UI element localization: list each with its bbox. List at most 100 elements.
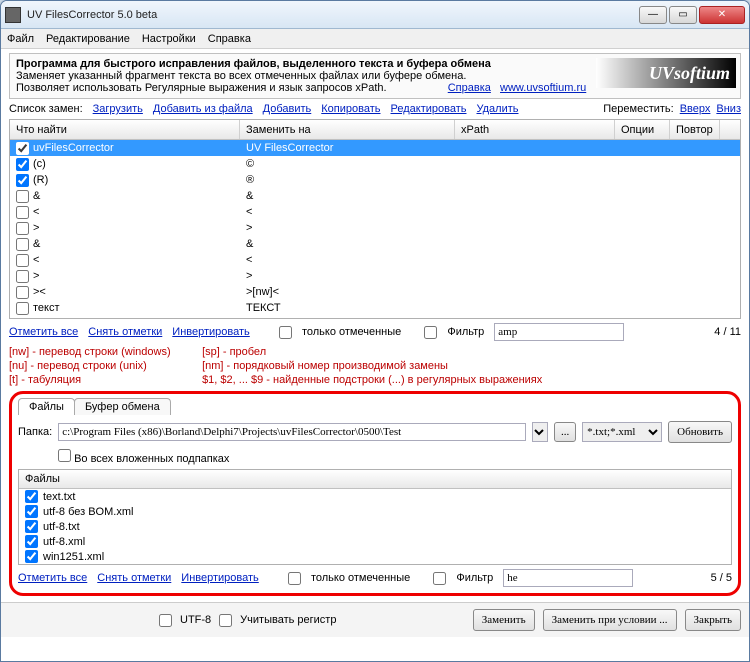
row-checkbox[interactable] — [16, 302, 29, 315]
tab-clipboard[interactable]: Буфер обмена — [74, 398, 171, 415]
col-xpath[interactable]: xPath — [455, 120, 615, 139]
invert-link[interactable]: Инвертировать — [172, 326, 249, 338]
replace-button[interactable]: Заменить — [473, 609, 535, 631]
file-checkbox[interactable] — [25, 520, 38, 533]
table-row[interactable]: >< >[nw]< — [10, 284, 740, 300]
table-row[interactable]: << — [10, 252, 740, 268]
row-find: & — [33, 190, 40, 202]
row-replace: © — [240, 158, 455, 170]
files-filter-input[interactable] — [503, 569, 633, 587]
copy-link[interactable]: Копировать — [321, 103, 380, 115]
close-window-button[interactable]: ✕ — [699, 6, 745, 24]
files-unmark[interactable]: Снять отметки — [97, 572, 171, 584]
legend-t: [t] - табуляция — [9, 373, 199, 387]
files-mark-all[interactable]: Отметить все — [18, 572, 87, 584]
file-row[interactable]: utf-8 без BOM.xml — [19, 504, 731, 519]
table-row[interactable]: >> — [10, 220, 740, 236]
maximize-button[interactable]: ▭ — [669, 6, 697, 24]
file-row[interactable]: utf-8.txt — [19, 519, 731, 534]
mark-all-link[interactable]: Отметить все — [9, 326, 78, 338]
move-down-link[interactable]: Вниз — [716, 103, 741, 115]
table-row[interactable]: текстТЕКСТ — [10, 300, 740, 316]
row-checkbox[interactable] — [16, 222, 29, 235]
load-link[interactable]: Загрузить — [93, 103, 143, 115]
row-find: >< — [33, 286, 46, 298]
file-name: win1251.xml — [43, 551, 104, 563]
folder-history-dropdown[interactable] — [532, 422, 548, 442]
minimize-button[interactable]: — — [639, 6, 667, 24]
row-find: > — [33, 222, 39, 234]
col-opts[interactable]: Опции — [615, 120, 670, 139]
delete-link[interactable]: Удалить — [477, 103, 519, 115]
add-link[interactable]: Добавить — [263, 103, 312, 115]
table-row[interactable]: (c)© — [10, 156, 740, 172]
file-checkbox[interactable] — [25, 535, 38, 548]
row-checkbox[interactable] — [16, 142, 29, 155]
table-row[interactable]: >> — [10, 268, 740, 284]
tab-files[interactable]: Файлы — [18, 398, 75, 415]
menu-file[interactable]: Файл — [7, 33, 34, 45]
help-link[interactable]: Справка — [448, 82, 491, 94]
filter-input[interactable] — [494, 323, 624, 341]
header-line2: Позволяет использовать Регулярные выраже… — [16, 82, 387, 94]
add-from-file-link[interactable]: Добавить из файла — [153, 103, 253, 115]
tabs: Файлы Буфер обмена — [18, 398, 732, 415]
menu-edit[interactable]: Редактирование — [46, 33, 130, 45]
table-row[interactable]: && — [10, 236, 740, 252]
menubar: Файл Редактирование Настройки Справка — [1, 29, 749, 49]
row-checkbox[interactable] — [16, 254, 29, 267]
subfolders-checkbox[interactable] — [58, 449, 71, 462]
move-label: Переместить: — [603, 103, 673, 115]
folder-label: Папка: — [18, 426, 52, 438]
file-checkbox[interactable] — [25, 550, 38, 563]
legend: [nw] - перевод строки (windows) [nu] - п… — [9, 345, 741, 387]
case-checkbox[interactable] — [219, 614, 232, 627]
row-checkbox[interactable] — [16, 206, 29, 219]
table-row[interactable]: (R)® — [10, 172, 740, 188]
mask-select[interactable]: *.txt;*.xml — [582, 422, 662, 442]
file-row[interactable]: utf-8.xml — [19, 534, 731, 549]
row-checkbox[interactable] — [16, 270, 29, 283]
row-checkbox[interactable] — [16, 190, 29, 203]
files-filter-checkbox[interactable] — [433, 572, 446, 585]
only-marked-checkbox[interactable] — [279, 326, 292, 339]
col-repeat[interactable]: Повтор — [670, 120, 720, 139]
file-checkbox[interactable] — [25, 490, 38, 503]
files-section: Файлы Буфер обмена Папка: ... *.txt;*.xm… — [9, 391, 741, 596]
unmark-link[interactable]: Снять отметки — [88, 326, 162, 338]
close-button[interactable]: Закрыть — [685, 609, 741, 631]
titlebar: UV FilesCorrector 5.0 beta — ▭ ✕ — [1, 1, 749, 29]
files-invert[interactable]: Инвертировать — [181, 572, 258, 584]
table-row[interactable]: uvFilesCorrectorUV FilesCorrector — [10, 140, 740, 156]
row-checkbox[interactable] — [16, 158, 29, 171]
row-replace: > — [240, 270, 455, 282]
move-up-link[interactable]: Вверх — [680, 103, 711, 115]
replace-if-button[interactable]: Заменить при условии ... — [543, 609, 677, 631]
menu-settings[interactable]: Настройки — [142, 33, 196, 45]
col-find[interactable]: Что найти — [10, 120, 240, 139]
refresh-button[interactable]: Обновить — [668, 421, 732, 443]
row-checkbox[interactable] — [16, 238, 29, 251]
site-link[interactable]: www.uvsoftium.ru — [500, 82, 586, 94]
file-checkbox[interactable] — [25, 505, 38, 518]
file-row[interactable]: win1251.xml — [19, 549, 731, 564]
row-find: > — [33, 270, 39, 282]
row-checkbox[interactable] — [16, 286, 29, 299]
folder-input[interactable] — [58, 423, 526, 441]
col-replace[interactable]: Заменить на — [240, 120, 455, 139]
row-checkbox[interactable] — [16, 174, 29, 187]
row-replace: UV FilesCorrector — [240, 142, 455, 154]
table-row[interactable]: << — [10, 204, 740, 220]
table-row[interactable]: && — [10, 188, 740, 204]
browse-button[interactable]: ... — [554, 422, 576, 442]
files-only-marked-checkbox[interactable] — [288, 572, 301, 585]
table-header: Что найти Заменить на xPath Опции Повтор — [10, 120, 740, 140]
edit-link[interactable]: Редактировать — [391, 103, 467, 115]
row-replace: >[nw]< — [240, 286, 455, 298]
file-row[interactable]: text.txt — [19, 489, 731, 504]
filter-checkbox[interactable] — [424, 326, 437, 339]
file-name: utf-8.xml — [43, 536, 85, 548]
utf8-checkbox[interactable] — [159, 614, 172, 627]
subfolders-label: Во всех вложенных подпапках — [74, 453, 229, 465]
menu-help[interactable]: Справка — [208, 33, 251, 45]
